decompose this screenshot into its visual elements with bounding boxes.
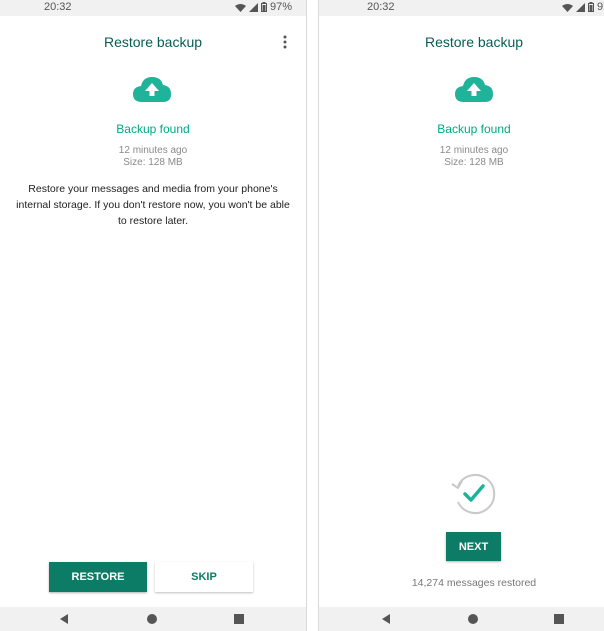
signal-icon	[248, 2, 258, 12]
status-icons: 97%	[234, 1, 292, 13]
recents-icon[interactable]	[233, 613, 245, 625]
next-button[interactable]: NEXT	[446, 532, 501, 561]
restore-button[interactable]: RESTORE	[49, 562, 147, 592]
cloud-upload-icon	[133, 77, 171, 102]
backup-time-ago: 12 minutes ago	[118, 145, 188, 156]
status-bar: 20:32 97%	[0, 0, 306, 16]
status-icons: 97	[562, 1, 604, 13]
backup-found-label: Backup found	[116, 122, 190, 136]
backup-size: Size: 128 MB	[123, 157, 183, 168]
page-title: Restore backup	[103, 34, 203, 50]
back-icon[interactable]	[380, 613, 392, 625]
overflow-menu-icon[interactable]	[282, 34, 288, 50]
status-time: 20:32	[44, 1, 72, 13]
status-time: 20:32	[367, 1, 395, 13]
left-phone-screen: 20:32 97% Restore backup Backup found 12…	[0, 0, 307, 631]
navigation-bar	[0, 607, 306, 631]
battery-icon	[260, 2, 267, 12]
skip-button[interactable]: SKIP	[155, 562, 253, 592]
battery-percent: 97%	[269, 1, 292, 13]
battery-icon	[588, 2, 594, 12]
restore-description: Restore your messages and media from you…	[16, 183, 290, 227]
home-icon[interactable]	[467, 613, 479, 625]
cloud-upload-icon	[455, 77, 493, 102]
battery-percent: 97	[597, 1, 604, 13]
backup-found-label: Backup found	[437, 122, 511, 136]
backup-time-ago: 12 minutes ago	[439, 145, 509, 156]
home-icon[interactable]	[146, 613, 158, 625]
recents-icon[interactable]	[553, 613, 565, 625]
page-title: Restore backup	[424, 34, 524, 50]
wifi-icon	[562, 3, 573, 12]
restore-check-icon	[451, 474, 496, 514]
backup-size: Size: 128 MB	[444, 157, 504, 168]
signal-icon	[576, 2, 585, 12]
messages-restored-count: 14,274 messages restored	[411, 577, 537, 589]
wifi-icon	[234, 3, 246, 12]
right-phone-screen: 20:32 97 Restore backup Backup found 12 …	[318, 0, 604, 631]
navigation-bar	[319, 607, 604, 631]
back-icon[interactable]	[58, 613, 70, 625]
status-bar: 20:32 97	[319, 0, 604, 16]
